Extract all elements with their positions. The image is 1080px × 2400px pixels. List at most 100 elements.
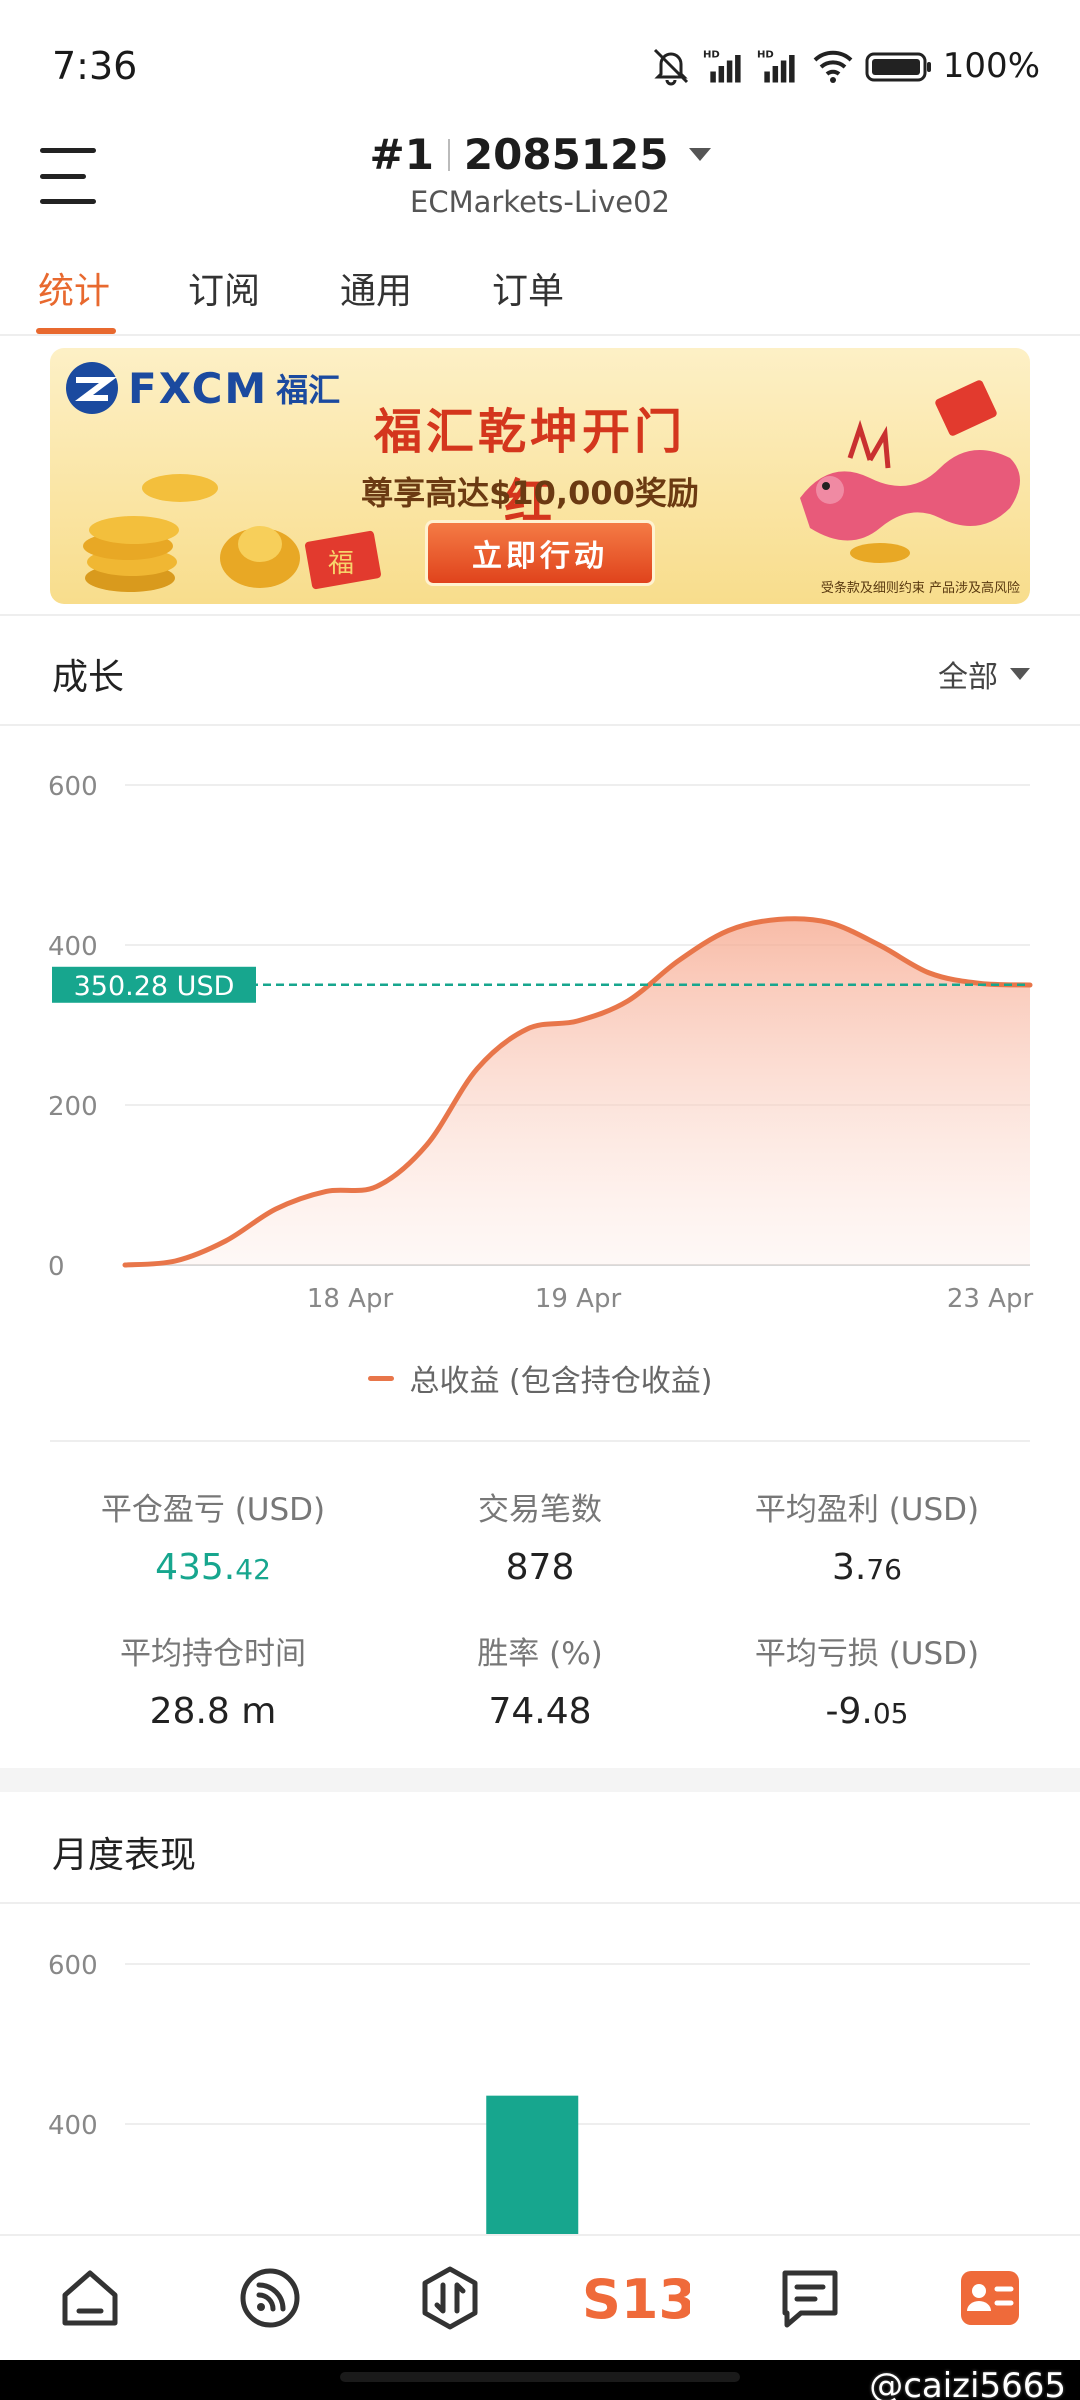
monthly-title: 月度表现 [52,1835,197,1876]
account-separator [447,138,450,171]
banner-cta-button[interactable]: 立即行动 [425,520,655,586]
y-tick-label: 400 [48,2111,98,2141]
chevron-down-icon [688,148,711,161]
section-divider [0,614,1080,616]
stat-label: 平均亏损 (USD) [754,1636,980,1672]
home-icon [62,2270,118,2326]
stat-value: 878 [377,1547,703,1588]
stat-label: 平均盈利 (USD) [754,1492,980,1528]
mute-bell-icon [653,48,688,86]
stat-label: 平均持仓时间 [120,1636,306,1672]
series-area [125,918,1030,1265]
cellular-signal-2-icon: HD [757,50,795,83]
status-bar: 7:36 HD HD 100% [0,0,1080,130]
promo-banner[interactable]: FXCM 福汇 福 福汇乾坤开门红 尊享高达$10,000奖励 立即行动 受条款… [50,348,1030,604]
menu-button[interactable] [40,148,98,204]
reference-label: 350.28 USD [74,971,235,1002]
y-tick-label: 400 [48,932,98,962]
watermark: @caizi5665 [869,2366,1066,2400]
x-tick-label: 18 Apr [307,1284,394,1314]
stat-value-decimal: 42 [235,1553,271,1586]
stat-value-main: 3. [832,1547,867,1588]
account-id: 2085125 [463,130,669,179]
stat-value-decimal: 05 [872,1697,909,1730]
stat-label: 平仓盈亏 (USD) [100,1492,326,1528]
tab-bar: 统计 订阅 通用 订单 [0,250,1080,336]
stat-item: 平均盈利 (USD) 3.76 [704,1484,1030,1588]
y-tick-label: 200 [48,1092,98,1122]
stat-label: 交易笔数 [478,1492,602,1528]
banner-disclaimer: 受条款及细则约束 产品涉及高风险 [820,581,1020,596]
menu-icon-line [40,148,96,153]
nav-trade[interactable] [410,2258,490,2338]
nav-signals[interactable] [230,2258,310,2338]
hd-label: HD [703,50,720,61]
brand-cn: 福汇 [276,371,341,409]
y-tick-label: 600 [48,772,98,802]
chart-legend: 总收益 (包含持仓收益) [0,1356,1080,1400]
stat-value: -9.05 [704,1691,1030,1732]
hd-label-2: HD [757,50,774,61]
fxcm-logo-icon [66,362,118,414]
status-time: 7:36 [52,44,138,88]
signal-icon [240,2268,300,2328]
stat-value-main: 74.48 [488,1691,592,1732]
account-selector[interactable]: #1 2085125 ECMarkets-Live02 [0,130,1080,219]
dragon-illustration [800,380,1020,563]
stat-item: 交易笔数 878 [377,1484,703,1588]
nav-profile[interactable] [950,2258,1030,2338]
stat-item: 平均亏损 (USD) -9.05 [704,1628,1030,1732]
battery-icon [865,52,931,82]
s13-logo: S13 [582,2268,690,2331]
tab-general[interactable]: 通用 [340,262,412,314]
growth-chart: 600 400 200 0 350.28 USD 18 Apr 19 Apr 23 Apr [48,772,1034,1314]
menu-icon-line [40,199,96,204]
range-label: 全部 [938,660,998,695]
account-number: #1 [369,130,434,179]
s13-label: S13 [582,2268,690,2331]
stats-grid: 平仓盈亏 (USD) 435.42 交易笔数 878 平均盈利 (USD) 3.76 平均持… [50,1440,1030,1740]
y-tick-label: 600 [48,1951,98,1981]
stat-value-main: -9. [825,1691,873,1732]
stat-value: 28.8 m [50,1691,376,1732]
stat-value-main: 878 [505,1547,575,1588]
stat-value-main: 28.8 m [149,1691,277,1732]
stat-item: 胜率 (%) 74.48 [377,1628,703,1732]
nav-home[interactable] [50,2258,130,2338]
cellular-signal-icon: HD [703,50,741,83]
wifi-icon [813,50,853,83]
tab-orders[interactable]: 订单 [492,262,564,314]
gesture-handle[interactable] [340,2372,740,2382]
x-tick-label: 19 Apr [535,1284,622,1314]
profile-icon [961,2271,1019,2325]
monthly-bar [486,2095,579,2234]
stat-value: 74.48 [377,1691,703,1732]
range-selector[interactable]: 全部 [938,652,1030,696]
bottom-nav: S13 [0,2234,1080,2360]
section-divider [0,724,1080,726]
legend-label: 总收益 (包含持仓收益) [409,1364,713,1399]
tab-subscribe[interactable]: 订阅 [188,262,260,314]
nav-messages[interactable] [770,2258,850,2338]
monthly-chart: 600 400 [48,1951,1030,2234]
messages-icon [782,2270,838,2328]
tab-statistics[interactable]: 统计 [38,262,110,314]
fu-stamp: 福 [328,549,354,579]
x-tick-label: 23 Apr [947,1284,1034,1314]
stat-item: 平仓盈亏 (USD) 435.42 [50,1484,376,1588]
chevron-down-icon [1010,668,1030,680]
menu-icon-line [40,173,86,179]
stat-item: 平均持仓时间 28.8 m [50,1628,376,1732]
brand-name: FXCM [128,363,269,413]
stat-value: 3.76 [704,1547,1030,1588]
banner-subtitle: 尊享高达$10,000奖励 [361,474,699,512]
nav-s13[interactable]: S13 [580,2258,690,2338]
growth-title: 成长 [52,657,125,698]
battery-percent: 100% [942,46,1040,86]
trade-icon [422,2266,478,2330]
brand-logo: FXCM 福汇 [64,360,340,416]
legend-swatch [367,1375,394,1381]
section-gap [0,1768,1080,1792]
stat-value-main: 435. [155,1547,236,1588]
active-tab-indicator [36,328,116,334]
